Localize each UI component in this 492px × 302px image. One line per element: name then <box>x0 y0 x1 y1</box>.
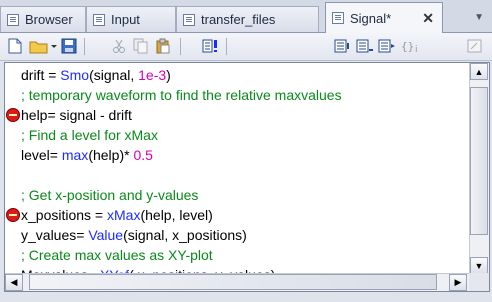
braces-icon[interactable]: {} i <box>400 37 424 55</box>
vertical-scrollbar[interactable]: ▲ ▼ <box>469 63 489 275</box>
code-editor[interactable]: drift = Smo(signal, 1e-3) ; temporary wav… <box>4 62 490 292</box>
code-text: (signal, x_positions) <box>123 227 247 243</box>
horizontal-scrollbar[interactable]: ◀ ▶ <box>5 273 469 291</box>
code-line[interactable]: help= signal - drift <box>21 105 469 125</box>
document-icon <box>93 13 105 26</box>
code-comment-line[interactable]: ; Find a level for xMax <box>21 125 469 145</box>
tab-label: Browser <box>25 12 73 27</box>
browser-icon <box>7 13 19 26</box>
code-line[interactable]: drift = Smo(signal, 1e-3) <box>21 65 469 85</box>
tab-transfer-files[interactable]: transfer_files <box>176 6 319 32</box>
code-line[interactable]: y_values= Value(signal, x_positions) <box>21 225 469 245</box>
copy-icon[interactable] <box>132 37 150 55</box>
function-token: Value <box>88 227 124 243</box>
code-text: help= signal - drift <box>21 107 132 123</box>
tab-bar: Browser Input transfer_files Signal* ✕ ▼ <box>0 0 492 33</box>
number-token: 0.5 <box>133 147 153 163</box>
code-area[interactable]: drift = Smo(signal, 1e-3) ; temporary wav… <box>21 65 469 275</box>
new-document-icon[interactable] <box>6 37 24 55</box>
code-comment-line[interactable]: ; Get x-position and y-values <box>21 185 469 205</box>
breakpoint-gutter[interactable] <box>5 63 21 275</box>
function-token: max <box>61 147 89 163</box>
code-text: x_positions = <box>21 207 107 223</box>
scroll-down-button[interactable]: ▼ <box>470 257 488 274</box>
breakpoint-icon[interactable] <box>6 108 20 122</box>
code-text: (help)* <box>88 147 134 163</box>
scroll-left-button[interactable]: ◀ <box>5 274 23 291</box>
scrollbar-corner <box>469 273 489 291</box>
scroll-right-button[interactable]: ▶ <box>449 274 467 291</box>
svg-text:{}: {} <box>401 40 414 53</box>
document-icon <box>183 13 195 26</box>
document-icon <box>332 12 344 24</box>
save-icon[interactable] <box>60 37 78 55</box>
code-text: (signal, <box>89 67 139 83</box>
tab-label: Input <box>111 12 140 27</box>
code-text: y_values= <box>21 227 89 243</box>
toolbar-separator <box>180 38 181 55</box>
indent-icon[interactable] <box>334 37 352 55</box>
tab-browser[interactable]: Browser <box>0 6 86 32</box>
code-text: ; Get x-position and y-values <box>21 187 199 203</box>
svg-text:i: i <box>415 45 418 54</box>
tab-label: Signal* <box>350 10 392 26</box>
tab-signal[interactable]: Signal* ✕ <box>325 2 443 33</box>
scroll-up-button[interactable]: ▲ <box>470 63 488 80</box>
run-icon[interactable] <box>202 37 220 55</box>
toolbar: {} i <box>0 33 492 61</box>
format-icon[interactable] <box>466 37 484 55</box>
open-folder-icon[interactable] <box>28 37 58 55</box>
code-line[interactable]: x_positions = xMax(help, level) <box>21 205 469 225</box>
code-text: drift = <box>21 67 61 83</box>
horizontal-scroll-thumb[interactable] <box>29 274 437 290</box>
function-token: xMax <box>107 207 141 223</box>
number-token: 1e-3 <box>138 67 167 83</box>
cut-icon[interactable] <box>110 37 128 55</box>
code-comment-line[interactable]: ; temporary waveform to find the relativ… <box>21 85 469 105</box>
vertical-scroll-thumb[interactable] <box>470 87 488 235</box>
code-text: level= <box>21 147 62 163</box>
toolbar-separator <box>226 38 227 55</box>
code-line[interactable] <box>21 165 469 185</box>
insert-icon[interactable] <box>378 37 396 55</box>
tab-label: transfer_files <box>201 12 276 27</box>
close-icon[interactable]: ✕ <box>422 10 434 27</box>
code-text: ) <box>166 67 171 83</box>
code-text: (help, level) <box>140 207 213 223</box>
code-text: ; temporary waveform to find the relativ… <box>21 87 342 103</box>
outdent-icon[interactable] <box>356 37 374 55</box>
paste-icon[interactable] <box>154 37 172 55</box>
breakpoint-icon[interactable] <box>6 208 20 222</box>
tab-overflow-icon[interactable]: ▼ <box>474 12 484 23</box>
editor-window: Browser Input transfer_files Signal* ✕ ▼ <box>0 0 492 302</box>
code-text: ; Create max values as XY-plot <box>21 247 213 263</box>
code-line[interactable]: level= max(help)* 0.5 <box>21 145 469 165</box>
toolbar-separator <box>84 38 85 55</box>
function-token: Smo <box>60 67 90 83</box>
code-comment-line[interactable]: ; Create max values as XY-plot <box>21 245 469 265</box>
code-text: ; Find a level for xMax <box>21 127 158 143</box>
tab-input[interactable]: Input <box>86 6 176 32</box>
